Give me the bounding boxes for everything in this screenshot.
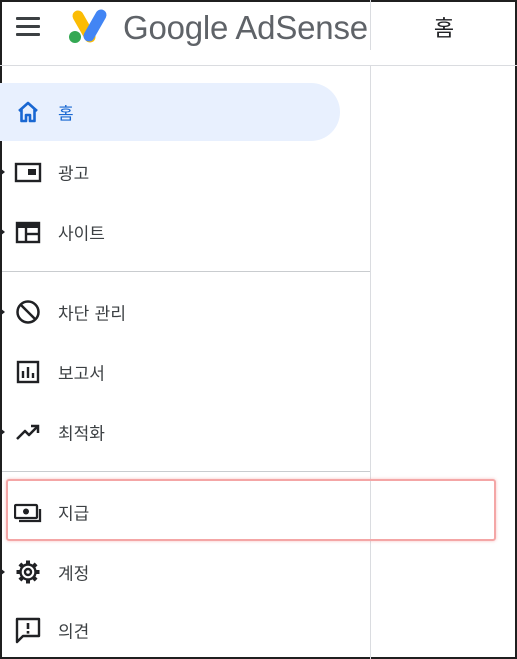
expand-caret-icon [0, 428, 5, 436]
expand-caret-icon [0, 168, 5, 176]
home-icon [18, 101, 38, 123]
content-divider [370, 66, 371, 659]
section-divider [2, 271, 370, 272]
sidebar-item-label: 차단 관리 [58, 304, 126, 325]
sidebar-item-account[interactable]: 계정 [0, 542, 370, 602]
sidebar-item-blocking[interactable]: 차단 관리 [0, 282, 370, 342]
sidebar-item-label: 의견 [58, 622, 90, 643]
block-icon [16, 300, 40, 324]
ads-icon [14, 162, 42, 183]
sidebar-item-feedback[interactable]: 의견 [0, 600, 370, 659]
report-icon [16, 360, 40, 384]
sidebar-item-reports[interactable]: 보고서 [0, 342, 370, 402]
sidebar-item-label: 광고 [58, 164, 90, 185]
hamburger-menu-icon[interactable] [16, 17, 42, 37]
page-title: 홈 [433, 17, 455, 42]
sidebar-item-label: 계정 [58, 564, 90, 585]
feedback-icon [15, 617, 41, 644]
product-logo-text: Google AdSense [123, 9, 368, 46]
sidebar-item-home[interactable]: 홈 [0, 82, 370, 142]
sidebar-item-sites[interactable]: 사이트 [0, 202, 370, 262]
sidebar-item-label: 사이트 [58, 224, 105, 245]
adsense-logo-icon [69, 9, 107, 43]
settings-icon [16, 560, 40, 584]
sidebar-item-ads[interactable]: 광고 [0, 142, 370, 202]
trending-up-icon [16, 424, 40, 440]
sidebar-item-label: 홈 [58, 104, 74, 125]
expand-caret-icon [0, 308, 5, 316]
active-indicator [0, 83, 340, 141]
sites-icon [15, 221, 41, 244]
sidebar-item-label: 최적화 [58, 424, 105, 445]
expand-caret-icon [0, 228, 5, 236]
sidebar-item-label: 보고서 [58, 364, 105, 385]
top-app-bar: Google AdSense 홈 [0, 0, 517, 66]
expand-caret-icon [0, 568, 5, 576]
section-divider [2, 471, 370, 472]
highlight-box [6, 479, 496, 541]
sidebar-item-optimize[interactable]: 최적화 [0, 402, 370, 462]
